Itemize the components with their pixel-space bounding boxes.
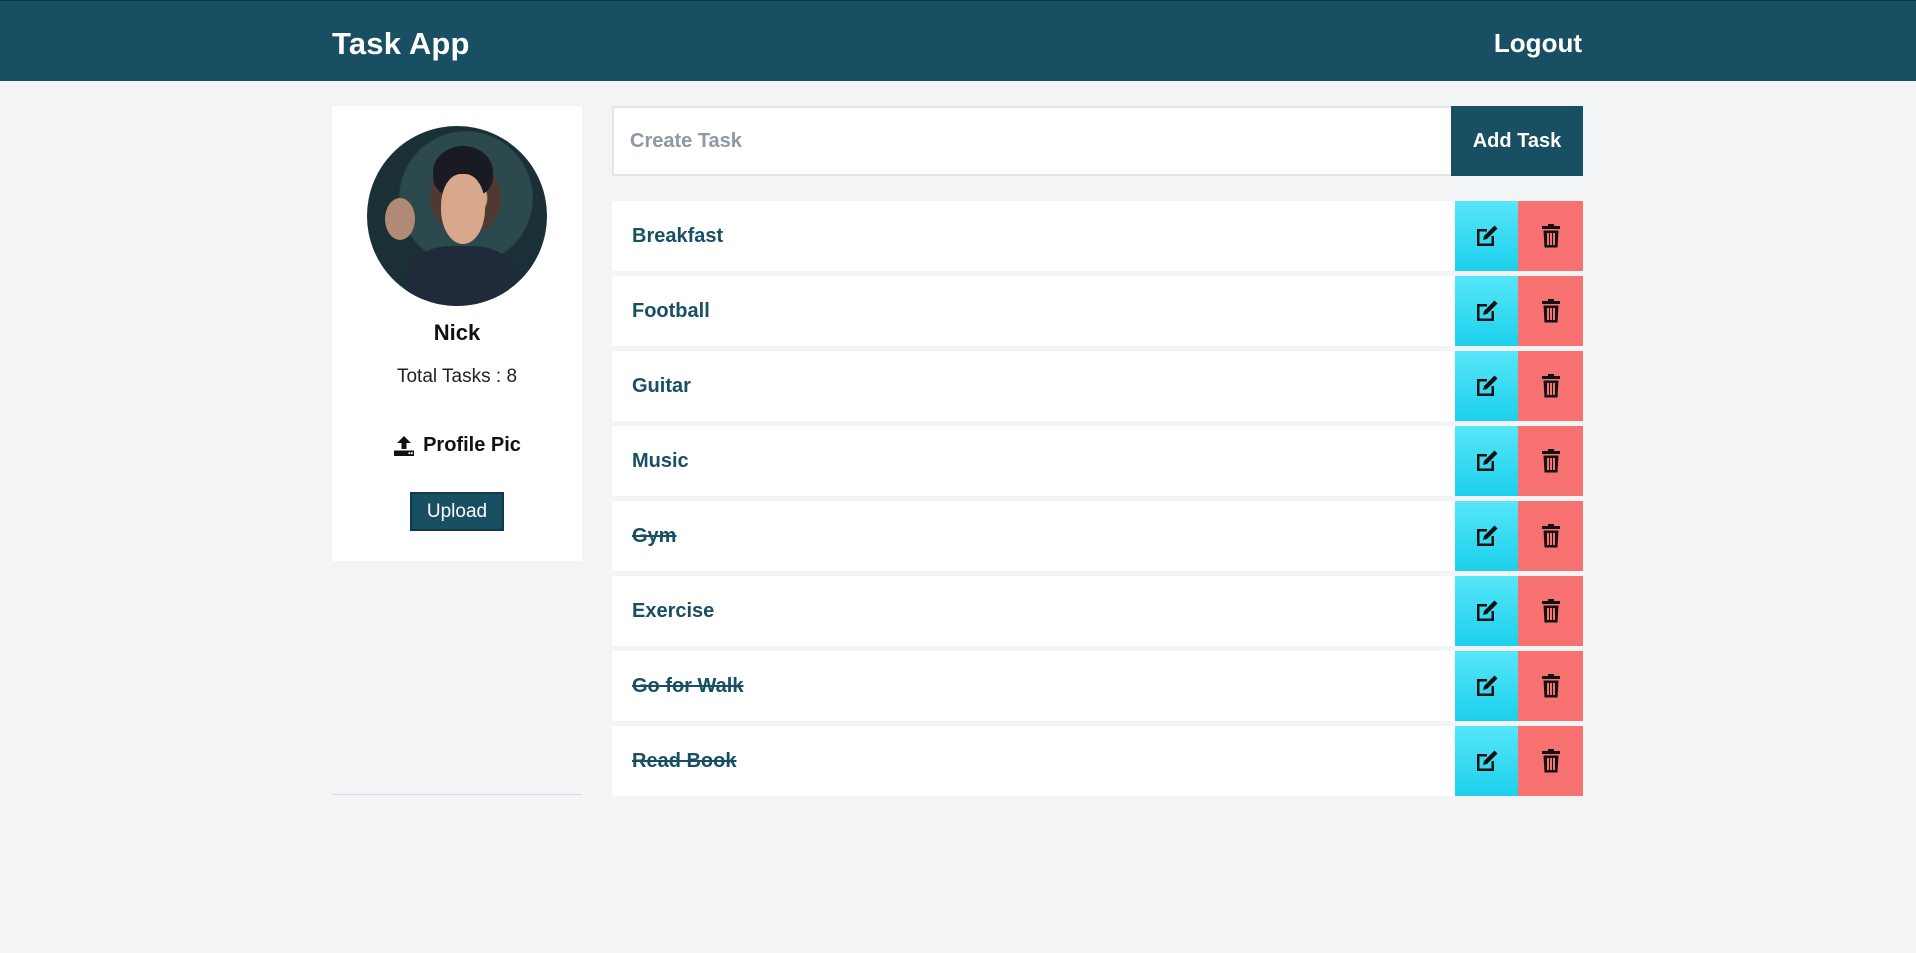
logout-link[interactable]: Logout [1494,28,1582,59]
edit-task-button[interactable] [1453,651,1518,721]
create-task-input[interactable] [612,106,1451,176]
trash-icon [1539,598,1563,624]
task-title[interactable]: Gym [612,501,1453,571]
add-task-button[interactable]: Add Task [1451,106,1583,176]
edit-icon [1474,523,1500,549]
edit-task-button[interactable] [1453,351,1518,421]
profile-divider [332,794,582,795]
edit-task-button[interactable] [1453,426,1518,496]
task-row: Go for Walk [612,651,1583,721]
edit-task-button[interactable] [1453,576,1518,646]
task-row: Guitar [612,351,1583,421]
task-title[interactable]: Music [612,426,1453,496]
task-row: Read Book [612,726,1583,796]
total-tasks-count: Total Tasks : 8 [396,366,518,387]
task-row: Football [612,276,1583,346]
task-title[interactable]: Read Book [612,726,1453,796]
app-brand[interactable]: Task App [332,26,470,62]
edit-icon [1474,373,1500,399]
edit-icon [1474,223,1500,249]
avatar [367,126,547,306]
task-title[interactable]: Breakfast [612,201,1453,271]
delete-task-button[interactable] [1518,426,1583,496]
edit-icon [1474,298,1500,324]
upload-button[interactable]: Upload [410,492,504,531]
profile-card: Nick Total Tasks : 8 Profile Pic Upload [332,106,582,561]
task-title[interactable]: Football [612,276,1453,346]
trash-icon [1539,523,1563,549]
edit-icon [1474,598,1500,624]
task-list: Breakfast Football Guitar Music Gym Exer… [612,201,1583,801]
edit-task-button[interactable] [1453,501,1518,571]
create-task-form: Add Task [612,106,1583,176]
task-row: Gym [612,501,1583,571]
edit-task-button[interactable] [1453,201,1518,271]
delete-task-button[interactable] [1518,276,1583,346]
trash-icon [1539,748,1563,774]
trash-icon [1539,223,1563,249]
task-title[interactable]: Go for Walk [612,651,1453,721]
upload-icon [393,435,415,457]
task-row: Breakfast [612,201,1583,271]
edit-task-button[interactable] [1453,276,1518,346]
profile-pic-label: Profile Pic [423,434,521,456]
top-navbar: Task App Logout [0,0,1916,81]
delete-task-button[interactable] [1518,501,1583,571]
task-title[interactable]: Guitar [612,351,1453,421]
user-name: Nick [433,320,481,345]
trash-icon [1539,673,1563,699]
delete-task-button[interactable] [1518,651,1583,721]
delete-task-button[interactable] [1518,201,1583,271]
profile-pic-file-picker[interactable]: Profile Pic [332,434,582,457]
delete-task-button[interactable] [1518,726,1583,796]
delete-task-button[interactable] [1518,351,1583,421]
edit-icon [1474,448,1500,474]
edit-task-button[interactable] [1453,726,1518,796]
trash-icon [1539,373,1563,399]
edit-icon [1474,748,1500,774]
task-row: Music [612,426,1583,496]
edit-icon [1474,673,1500,699]
trash-icon [1539,298,1563,324]
delete-task-button[interactable] [1518,576,1583,646]
task-title[interactable]: Exercise [612,576,1453,646]
task-row: Exercise [612,576,1583,646]
trash-icon [1539,448,1563,474]
